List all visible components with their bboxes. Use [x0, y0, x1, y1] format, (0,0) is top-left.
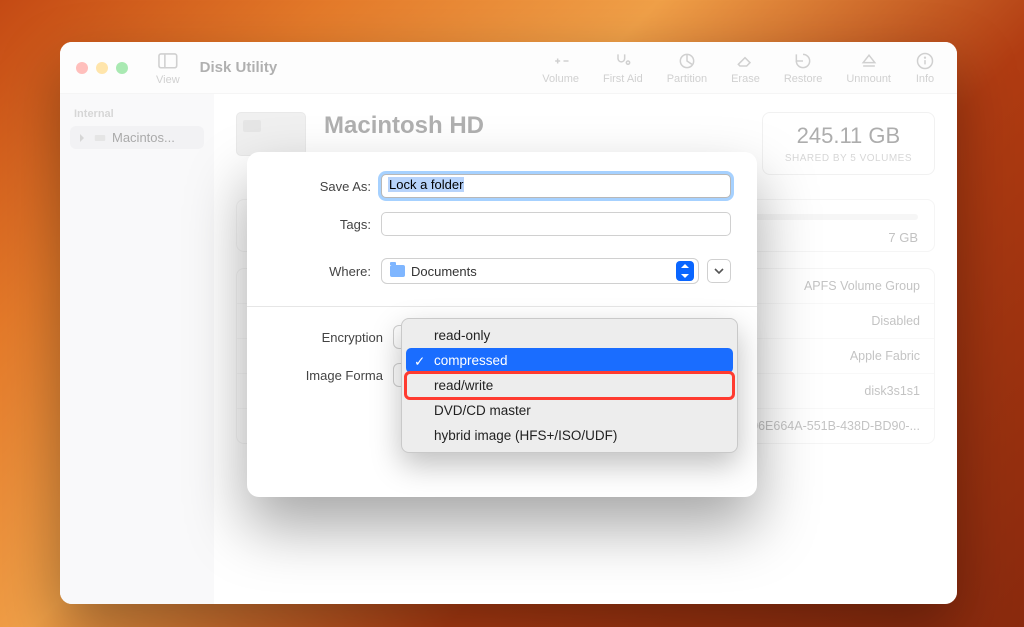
chevron-down-icon [714, 267, 724, 275]
sidebar: Internal Macintos... [60, 94, 214, 604]
dropdown-option-compressed[interactable]: ✓ compressed [406, 348, 733, 373]
volume-label: Volume [542, 73, 579, 85]
capacity-value: 245.11 GB [785, 123, 912, 149]
sidebar-item-label: Macintos... [112, 130, 175, 145]
partition-label: Partition [667, 73, 707, 85]
save-as-label: Save As: [273, 179, 381, 194]
first-aid-label: First Aid [603, 73, 643, 85]
where-stepper[interactable] [676, 261, 694, 281]
eject-icon [859, 51, 879, 71]
drive-icon [236, 112, 306, 156]
close-window-button[interactable] [76, 62, 88, 74]
checkmark-icon: ✓ [414, 354, 425, 370]
restore-toolbar-item[interactable]: Restore [772, 51, 835, 85]
tags-label: Tags: [273, 217, 381, 232]
where-select[interactable]: Documents [381, 258, 699, 284]
app-title: Disk Utility [200, 59, 278, 76]
save-as-value: Lock a folder [388, 177, 464, 192]
plus-minus-icon [551, 51, 571, 71]
pie-icon [677, 51, 697, 71]
unmount-toolbar-item[interactable]: Unmount [834, 51, 903, 85]
folder-icon [390, 265, 405, 277]
info-label: Info [916, 73, 934, 85]
image-format-label: Image Forma [273, 368, 393, 383]
erase-toolbar-item[interactable]: Erase [719, 51, 772, 85]
capacity-box: 245.11 GB SHARED BY 5 VOLUMES [762, 112, 935, 175]
titlebar: View Disk Utility Volume First Aid Parti… [60, 42, 957, 94]
capacity-caption: SHARED BY 5 VOLUMES [785, 153, 912, 164]
zoom-window-button[interactable] [116, 62, 128, 74]
image-format-dropdown: read-only ✓ compressed read/write DVD/CD… [401, 318, 738, 453]
volume-name: Macintosh HD [324, 112, 484, 140]
dropdown-option-hybrid-image[interactable]: hybrid image (HFS+/ISO/UDF) [406, 423, 733, 448]
encryption-label: Encryption [273, 330, 393, 345]
first-aid-toolbar-item[interactable]: First Aid [591, 51, 655, 85]
window-controls [60, 62, 144, 74]
dropdown-option-read-write[interactable]: read/write [406, 373, 733, 398]
dropdown-option-dvd-cd-master[interactable]: DVD/CD master [406, 398, 733, 423]
sidebar-icon [156, 49, 180, 73]
restore-label: Restore [784, 73, 823, 85]
chevron-down-icon [681, 273, 689, 279]
dropdown-option-read-only[interactable]: read-only [406, 323, 733, 348]
erase-label: Erase [731, 73, 760, 85]
disk-icon [94, 132, 106, 144]
view-toolbar-item[interactable]: View [144, 49, 192, 87]
save-as-input[interactable]: Lock a folder [381, 174, 731, 198]
expand-save-dialog-button[interactable] [707, 259, 731, 283]
info-toolbar-item[interactable]: Info [903, 51, 947, 85]
restore-icon [793, 51, 813, 71]
chevron-up-icon [681, 263, 689, 269]
sheet-divider [247, 306, 757, 307]
minimize-window-button[interactable] [96, 62, 108, 74]
erase-icon [735, 51, 755, 71]
tags-input[interactable] [381, 212, 731, 236]
view-label: View [156, 74, 180, 86]
partial-gb-value: 7 GB [888, 230, 918, 245]
where-value: Documents [411, 264, 477, 279]
unmount-label: Unmount [846, 73, 891, 85]
stethoscope-icon [613, 51, 633, 71]
sidebar-item-macintosh-hd[interactable]: Macintos... [70, 126, 204, 149]
chevron-right-icon [76, 132, 88, 144]
info-icon [915, 51, 935, 71]
partition-toolbar-item[interactable]: Partition [655, 51, 719, 85]
volume-toolbar-item[interactable]: Volume [530, 51, 591, 85]
sidebar-section-internal: Internal [74, 108, 200, 120]
where-label: Where: [273, 264, 381, 279]
